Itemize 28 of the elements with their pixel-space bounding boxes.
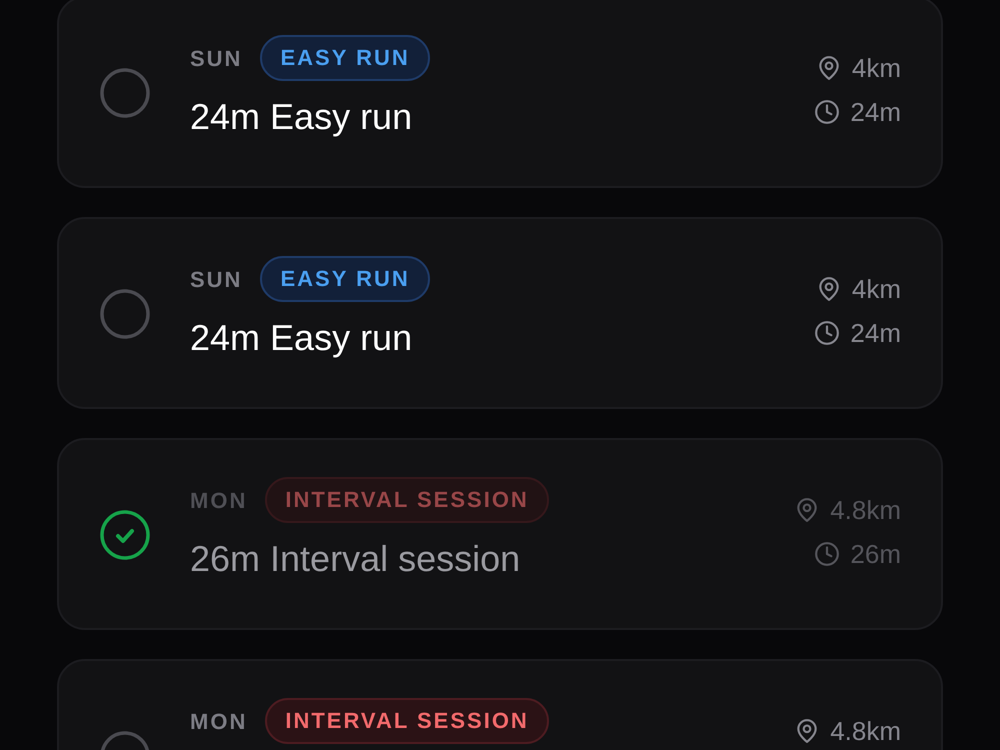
completed-check-icon[interactable]: [99, 509, 151, 561]
clock-icon: [814, 99, 840, 125]
duration-text: 24m: [850, 97, 901, 127]
workout-type-tag: INTERVAL SESSION: [265, 477, 549, 523]
duration-text: 26m: [850, 539, 901, 569]
workout-title: 26m Interval session: [190, 537, 522, 581]
workout-type-tag: INTERVAL SESSION: [265, 698, 549, 744]
day-label: SUN: [190, 44, 242, 72]
day-label: SUN: [190, 266, 242, 294]
distance-text: 4km: [852, 274, 901, 304]
duration-text: 24m: [850, 318, 901, 348]
distance-text: 4.8km: [830, 495, 901, 525]
empty-circle-icon[interactable]: [99, 67, 151, 119]
day-label: MON: [190, 708, 248, 736]
clock-icon: [814, 320, 840, 346]
workout-title: 24m Easy run: [190, 95, 414, 139]
workout-card[interactable]: SUN EASY RUN 24m Easy run 4km 24m: [57, 217, 943, 409]
workout-card[interactable]: MON INTERVAL SESSION 4.8km: [57, 659, 943, 750]
workout-card[interactable]: MON INTERVAL SESSION 26m Interval session 4.8km 26m: [57, 438, 943, 630]
workout-card[interactable]: SUN EASY RUN 24m Easy run 4km 24m: [57, 0, 943, 188]
clock-icon: [814, 541, 840, 567]
workout-title: 24m Easy run: [190, 316, 414, 360]
day-label: MON: [190, 486, 248, 514]
distance-text: 4km: [852, 53, 901, 83]
workout-type-tag: EASY RUN: [260, 35, 430, 81]
distance-text: 4.8km: [830, 716, 901, 746]
empty-circle-icon[interactable]: [99, 288, 151, 340]
workout-type-tag: EASY RUN: [260, 256, 430, 302]
